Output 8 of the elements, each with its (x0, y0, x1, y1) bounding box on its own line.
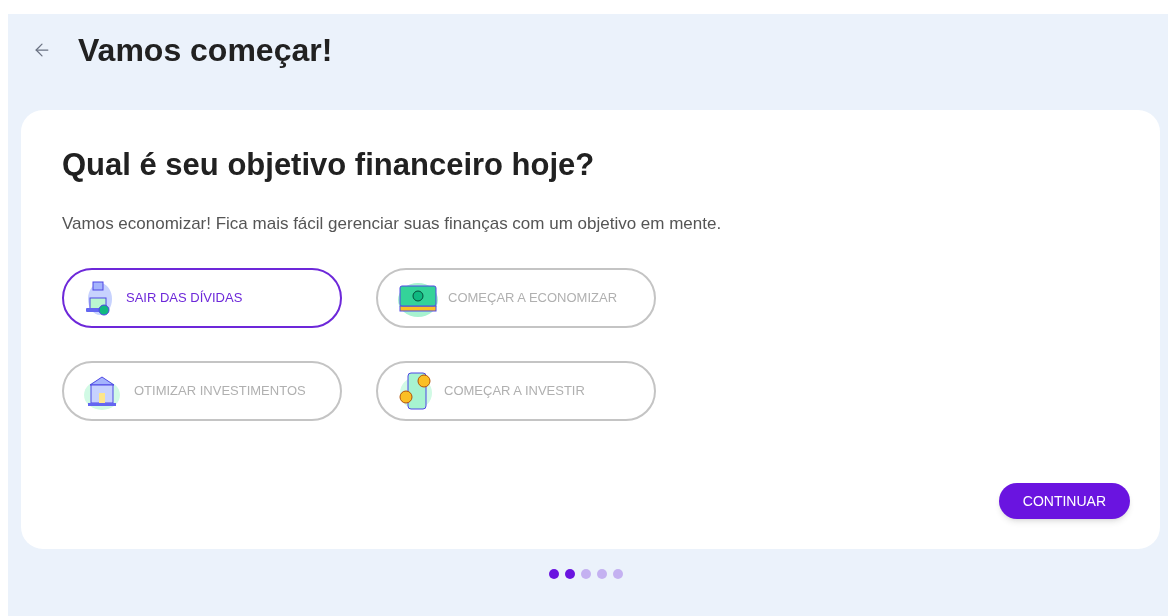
continue-button[interactable]: CONTINUAR (998, 483, 1130, 519)
goal-option[interactable]: OTIMIZAR INVESTIMENTOS (62, 361, 342, 421)
page-title: Vamos começar! (78, 31, 333, 70)
goal-option[interactable]: COMEÇAR A ECONOMIZAR (376, 268, 656, 328)
subtitle-text: Vamos economizar! Fica mais fácil gerenciar suas finanças com um objetivo em mente. (62, 212, 723, 235)
goal-option[interactable]: SAIR DAS DÍVIDAS (62, 268, 342, 328)
goal-option[interactable]: COMEÇAR A INVESTIR (376, 361, 656, 421)
question-title: Qual é seu objetivo financeiro hoje? (62, 146, 596, 184)
